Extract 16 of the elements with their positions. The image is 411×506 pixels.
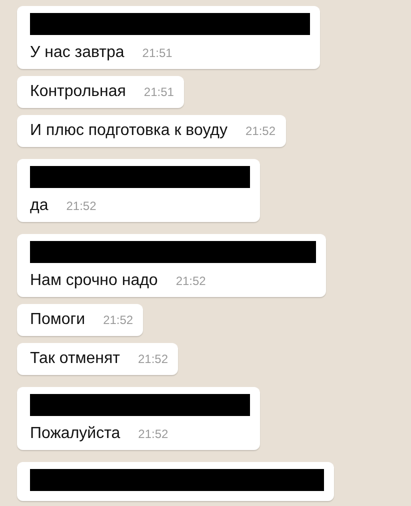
message-time: 21:52 xyxy=(138,426,168,443)
message-text: Пожалуйста xyxy=(30,424,120,444)
message-time: 21:52 xyxy=(66,198,96,215)
message-time: 21:51 xyxy=(142,45,172,62)
message-time: 21:52 xyxy=(176,273,206,290)
message-time: 21:52 xyxy=(138,351,168,368)
message-text: Помоги xyxy=(30,310,86,330)
message-time: 21:51 xyxy=(144,84,174,101)
message-text: Контрольная xyxy=(30,82,126,102)
message-time: 21:52 xyxy=(246,123,276,140)
message-text: У нас завтра xyxy=(30,43,124,63)
message-text: И плюс подготовка к воуду xyxy=(30,121,228,141)
message-text: да xyxy=(30,196,48,216)
message-text: Так отменят xyxy=(30,349,120,369)
message-text: Нам срочно надо xyxy=(30,271,158,291)
message-time: 21:52 xyxy=(103,312,134,329)
